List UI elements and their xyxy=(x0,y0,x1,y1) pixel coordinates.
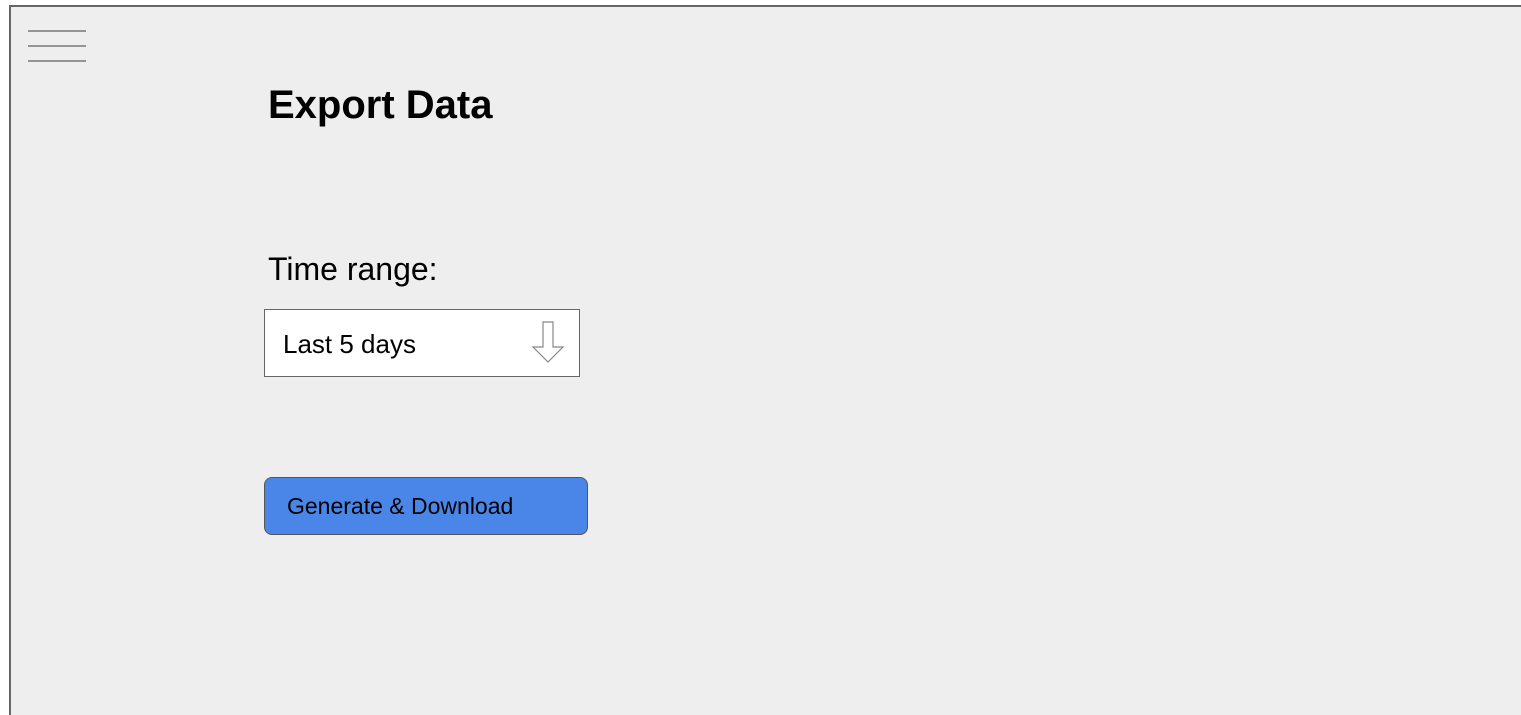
time-range-selected-value: Last 5 days xyxy=(283,329,416,359)
down-arrow-icon xyxy=(531,321,565,363)
generate-download-button[interactable]: Generate & Download xyxy=(264,477,588,535)
time-range-label: Time range: xyxy=(268,251,438,287)
export-page: Export Data Time range: Last 5 days Gene… xyxy=(9,5,1521,715)
page-title: Export Data xyxy=(268,83,493,127)
time-range-select[interactable]: Last 5 days xyxy=(264,309,580,377)
hamburger-menu-icon[interactable] xyxy=(28,29,86,63)
